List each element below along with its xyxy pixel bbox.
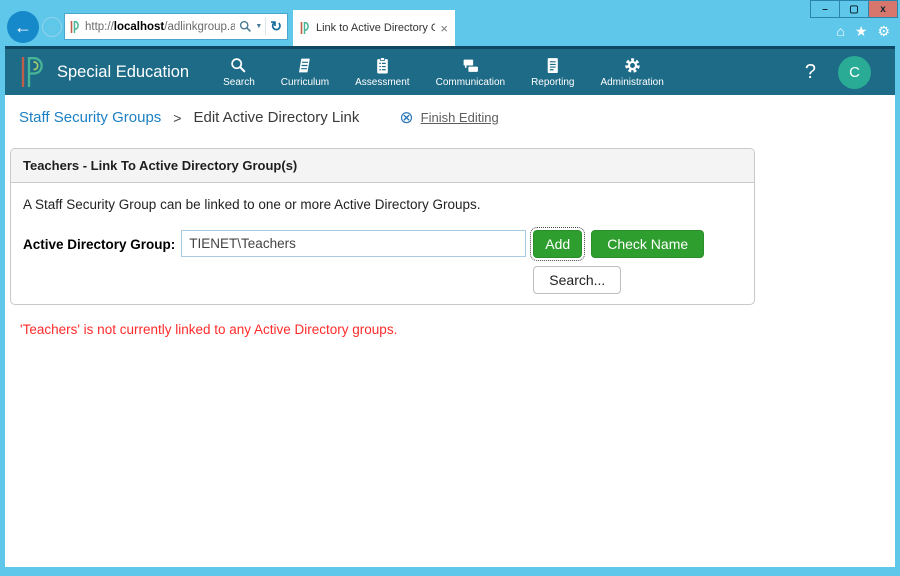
finish-editing-link[interactable]: ⊗ Finish Editing <box>399 109 498 126</box>
page-content: Special Education Search Curriculum <box>5 46 895 567</box>
refresh-icon[interactable]: ↻ <box>265 18 282 35</box>
app-title: Special Education <box>57 63 189 82</box>
forward-button[interactable]: → <box>42 17 62 37</box>
nav-label: Curriculum <box>281 77 329 88</box>
forward-arrow-icon: → <box>47 21 58 33</box>
nav-label: Assessment <box>355 77 409 88</box>
nav-label: Administration <box>600 77 663 88</box>
app-logo <box>20 56 44 88</box>
help-button[interactable]: ? <box>805 61 816 84</box>
search-icon[interactable] <box>239 20 252 33</box>
curriculum-book-icon <box>296 57 313 74</box>
nav-item-communication[interactable]: Communication <box>436 57 505 88</box>
maximize-icon: ▢ <box>849 4 858 15</box>
tab-close-icon[interactable]: × <box>440 21 448 36</box>
reporting-document-icon <box>544 57 561 74</box>
breadcrumb: Staff Security Groups > Edit Active Dire… <box>5 95 895 138</box>
breadcrumb-parent-link[interactable]: Staff Security Groups <box>19 109 161 126</box>
page-title: Edit Active Directory Link <box>193 109 359 126</box>
tools-gear-icon[interactable]: ⚙ <box>877 24 890 38</box>
administration-gear-icon <box>624 57 641 74</box>
browser-chrome: ← → http://localhost/adlinkgroup.aspx?p … <box>0 0 900 46</box>
search-button[interactable]: Search... <box>533 266 621 294</box>
browser-tab[interactable]: Link to Active Directory Gro... × <box>293 10 455 46</box>
address-bar-icons: ▼ ↻ <box>239 18 282 35</box>
search-nav-icon <box>230 57 247 74</box>
browser-quick-icons: ⌂ ★ ⚙ <box>836 24 890 38</box>
nav-item-curriculum[interactable]: Curriculum <box>281 57 329 88</box>
address-bar[interactable]: http://localhost/adlinkgroup.aspx?p ▼ ↻ <box>64 13 288 40</box>
panel-description: A Staff Security Group can be linked to … <box>23 197 742 212</box>
button-area: Add Check Name Search... <box>533 230 704 294</box>
nav-label: Communication <box>436 77 505 88</box>
panel-body: A Staff Security Group can be linked to … <box>11 183 754 304</box>
url-text: http://localhost/adlinkgroup.aspx?p <box>85 21 235 33</box>
window-controls: – ▢ x <box>811 0 898 18</box>
nav-item-search[interactable]: Search <box>223 57 255 88</box>
button-row: Add Check Name <box>533 230 704 258</box>
ad-group-label: Active Directory Group: <box>23 230 175 252</box>
status-message: 'Teachers' is not currently linked to an… <box>20 322 895 337</box>
app-header: Special Education Search Curriculum <box>5 46 895 95</box>
check-name-button[interactable]: Check Name <box>591 230 704 258</box>
minimize-button[interactable]: – <box>810 0 840 18</box>
home-icon[interactable]: ⌂ <box>836 24 844 38</box>
user-avatar[interactable]: C <box>838 56 871 89</box>
maximize-button[interactable]: ▢ <box>839 0 869 18</box>
nav-label: Reporting <box>531 77 574 88</box>
tab-favicon <box>300 21 311 35</box>
ad-group-form-row: Active Directory Group: Add Check Name S… <box>23 230 742 294</box>
nav-label: Search <box>223 77 255 88</box>
link-panel: Teachers - Link To Active Directory Grou… <box>10 148 755 305</box>
panel-title: Teachers - Link To Active Directory Grou… <box>11 149 754 183</box>
communication-chat-icon <box>462 57 479 74</box>
finish-editing-label: Finish Editing <box>421 110 499 125</box>
back-arrow-icon: ← <box>14 17 32 38</box>
favorites-star-icon[interactable]: ★ <box>855 24 868 38</box>
tab-title: Link to Active Directory Gro... <box>316 22 435 34</box>
main-nav: Search Curriculum Assessment <box>223 57 664 88</box>
circled-x-icon: ⊗ <box>399 109 413 126</box>
assessment-clipboard-icon <box>374 57 391 74</box>
back-button[interactable]: ← <box>7 11 39 43</box>
add-button[interactable]: Add <box>533 230 582 258</box>
close-icon: x <box>880 4 886 15</box>
breadcrumb-separator: > <box>173 110 181 126</box>
nav-item-assessment[interactable]: Assessment <box>355 57 409 88</box>
nav-item-reporting[interactable]: Reporting <box>531 57 574 88</box>
site-favicon <box>70 20 81 34</box>
close-button[interactable]: x <box>868 0 898 18</box>
nav-item-administration[interactable]: Administration <box>600 57 663 88</box>
minimize-icon: – <box>822 4 828 15</box>
url-dropdown-caret-icon[interactable]: ▼ <box>255 23 262 30</box>
ad-group-input[interactable] <box>181 230 526 257</box>
